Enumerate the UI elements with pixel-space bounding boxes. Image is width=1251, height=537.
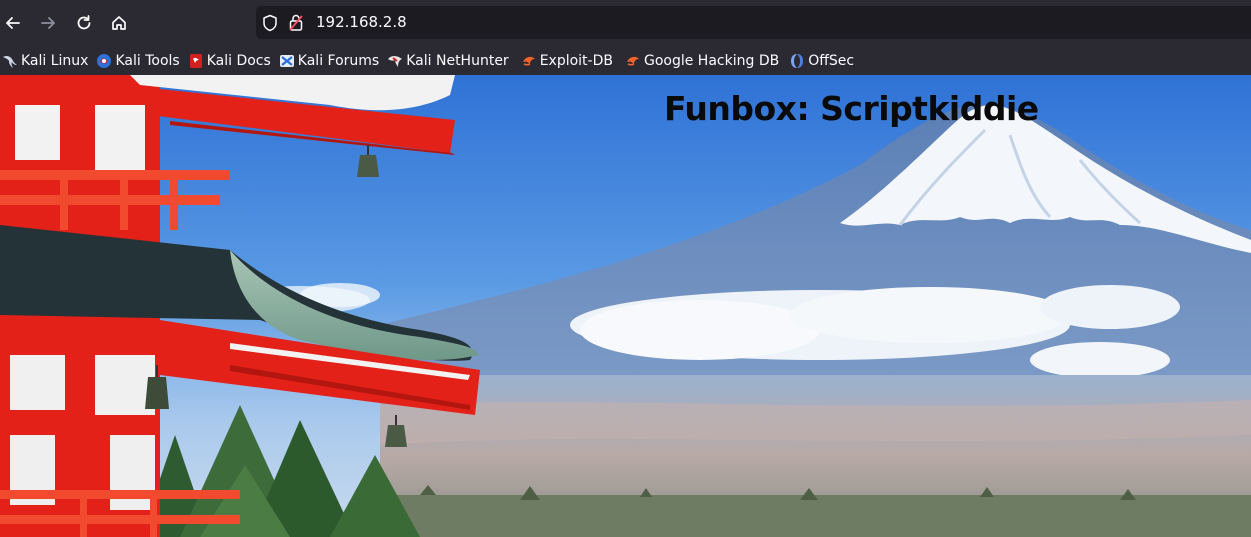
bookmark-label: Kali Tools [115, 52, 180, 69]
forward-arrow-icon [41, 17, 55, 29]
offsec-icon [791, 53, 804, 68]
page-title: Funbox: Scriptkiddie [664, 89, 1039, 128]
insecure-lock-icon[interactable] [288, 13, 304, 32]
ghdb-icon [626, 56, 639, 66]
bookmark-offsec[interactable]: OffSec [787, 49, 860, 73]
bookmark-label: Kali Forums [297, 52, 380, 69]
back-button[interactable] [0, 8, 28, 38]
bookmark-label: Kali NetHunter [406, 52, 509, 69]
bookmark-kali-forums[interactable]: Kali Forums [277, 49, 385, 73]
bookmark-google-hacking-db[interactable]: Google Hacking DB [623, 49, 785, 73]
bookmark-kali-tools[interactable]: Kali Tools [94, 49, 185, 73]
forward-button[interactable] [33, 8, 63, 38]
kali-nethunter-icon [388, 55, 403, 67]
reload-button[interactable] [69, 8, 99, 38]
bookmark-label: Kali Linux [21, 52, 89, 69]
bookmark-label: OffSec [808, 52, 855, 69]
bookmark-kali-docs[interactable]: Kali Docs [186, 49, 277, 73]
address-bar[interactable]: 192.168.2.8 [256, 6, 1251, 39]
bookmark-exploit-db[interactable]: Exploit-DB [519, 49, 619, 73]
kali-forums-icon [279, 54, 294, 67]
bookmark-kali-nethunter[interactable]: Kali NetHunter [385, 49, 514, 73]
mount-fuji-pagoda-photo [0, 75, 1251, 537]
home-icon [112, 16, 126, 30]
reload-icon [77, 15, 91, 30]
tracking-protection-icon[interactable] [262, 14, 278, 32]
bookmark-label: Kali Docs [206, 52, 271, 69]
back-arrow-icon [6, 17, 20, 29]
bookmarks-bar: Kali Linux Kali Tools Kali Docs Kali For… [0, 46, 1251, 75]
url-text[interactable]: 192.168.2.8 [316, 13, 407, 31]
home-button[interactable] [104, 8, 134, 38]
browser-toolbar: 192.168.2.8 [0, 0, 1251, 46]
bookmark-kali-linux[interactable]: Kali Linux [0, 49, 94, 73]
kali-docs-icon [189, 53, 202, 68]
exploit-db-icon [522, 56, 535, 66]
kali-tools-icon [97, 53, 112, 68]
kali-dragon-icon [3, 55, 17, 68]
bookmark-label: Google Hacking DB [643, 52, 780, 69]
web-page: Funbox: Scriptkiddie [0, 75, 1251, 537]
bookmark-label: Exploit-DB [539, 52, 613, 69]
